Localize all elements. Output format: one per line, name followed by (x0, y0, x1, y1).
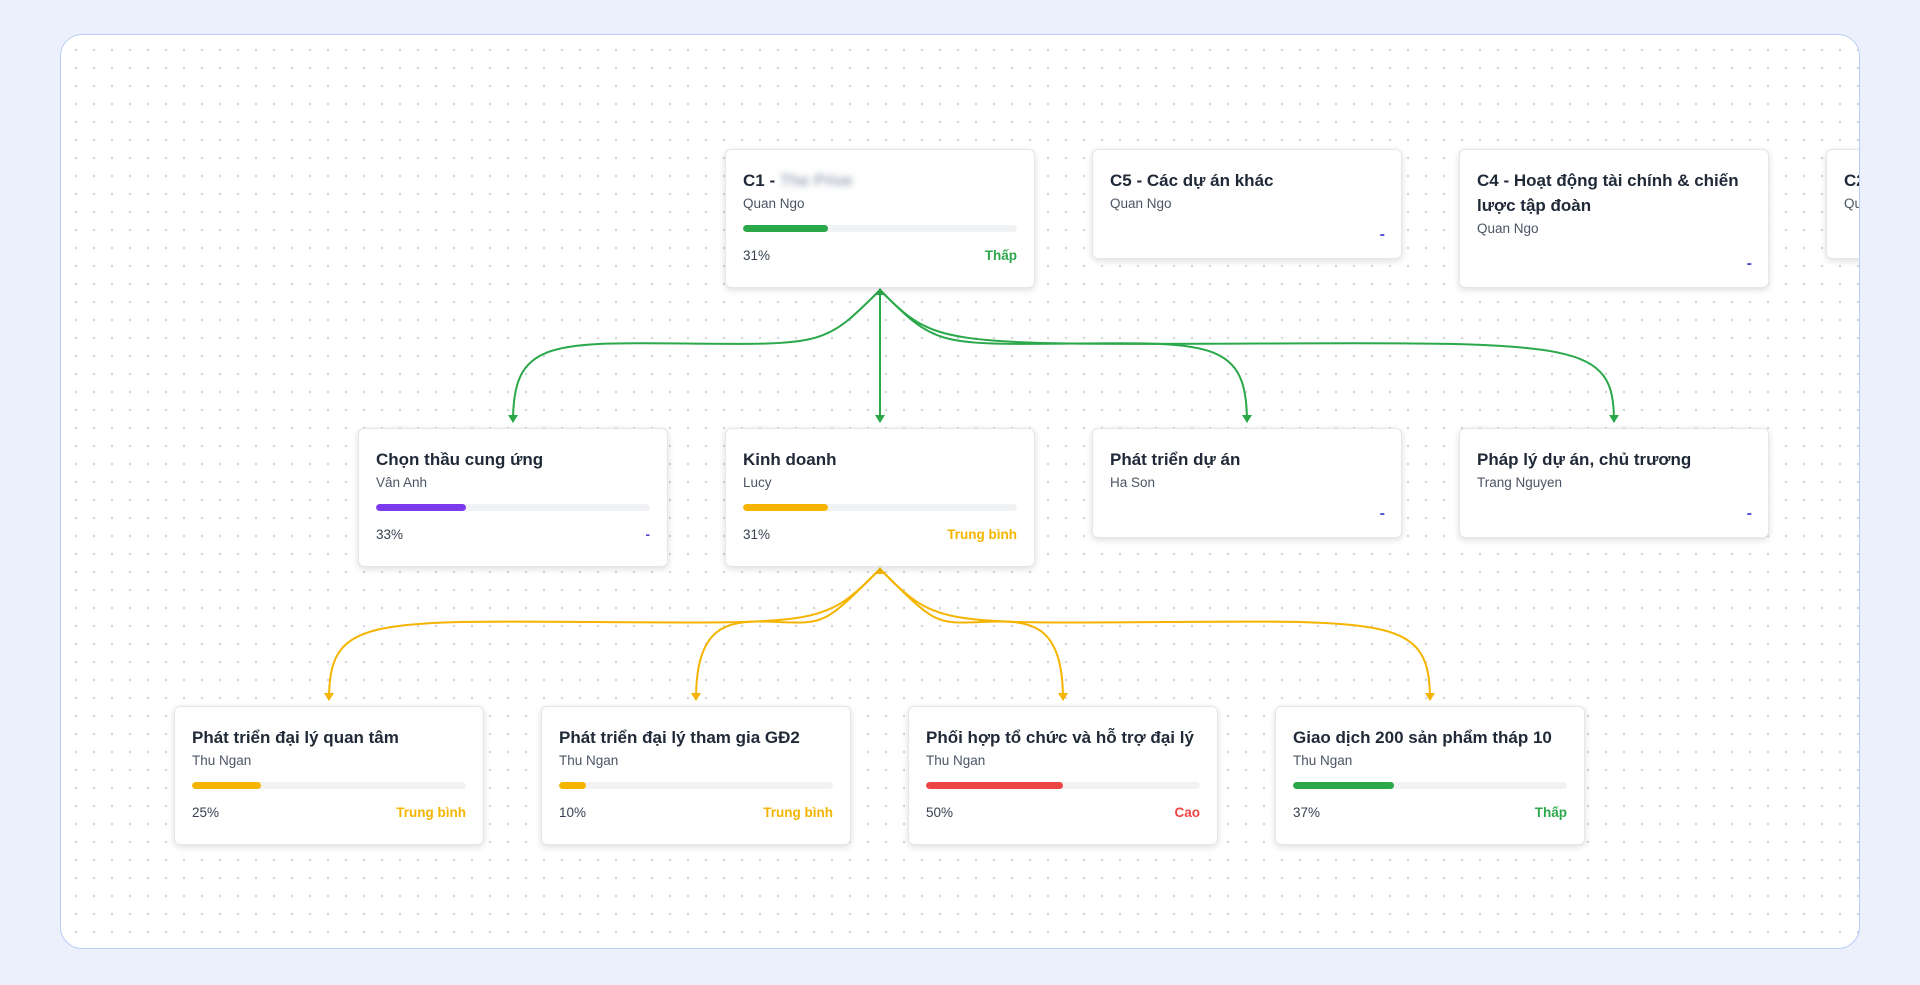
node-owner: Vân Anh (376, 475, 428, 490)
node-owner: Thu Ngan (926, 753, 986, 768)
node-title: Phát triển đại lý tham gia GĐ2 (559, 728, 800, 747)
edge-arrowhead (324, 693, 334, 701)
risk-label: - (645, 527, 651, 542)
progress-bar (376, 504, 650, 511)
node-chon-thau-cung-ung[interactable]: Chọn thầu cung ứng Vân Anh 33% - (358, 428, 668, 567)
node-footer: 25% Trung bình (192, 804, 466, 822)
edge-arrowhead (875, 415, 885, 423)
progress-percent: 50% (926, 805, 954, 820)
edge-arrowhead (1609, 415, 1619, 423)
progress-fill (192, 782, 261, 789)
progress-percent: 31% (743, 527, 771, 542)
status-placeholder: - (1379, 505, 1385, 522)
blurred-project-name: The Prive (779, 171, 853, 190)
node-title: Phát triển đại lý quan tâm (192, 728, 399, 747)
edge-arrowhead (508, 415, 518, 423)
progress-fill (743, 504, 828, 511)
progress-bar (926, 782, 1200, 789)
node-c5[interactable]: C5 - Các dự án khác Quan Ngo - (1092, 149, 1402, 259)
progress-percent: 37% (1293, 805, 1321, 820)
progress-bar (559, 782, 833, 789)
node-owner: Thu Ngan (1293, 753, 1353, 768)
risk-label: Cao (1174, 805, 1200, 820)
node-owner: Trang Nguyen (1477, 475, 1563, 490)
node-c1[interactable]: C1 - The Prive Quan Ngo 31% Thấp (725, 149, 1035, 288)
progress-fill (743, 225, 828, 232)
risk-label: Thấp (1534, 805, 1567, 820)
node-owner: Quan Ngo (1844, 196, 1859, 211)
edge-kinh_doanh-to-dl_quan_tam (328, 568, 881, 701)
node-phoi-hop-to-chuc[interactable]: Phối hợp tổ chức và hỗ trợ đại lý Thu Ng… (908, 706, 1218, 845)
edge-kinh_doanh-to-phoi_hop (879, 568, 1064, 701)
status-placeholder: - (1746, 505, 1752, 522)
node-phat-trien-dai-ly-quan-tam[interactable]: Phát triển đại lý quan tâm Thu Ngan 25% … (174, 706, 484, 845)
node-title: C2 (1844, 171, 1859, 190)
node-footer: 50% Cao (926, 804, 1200, 822)
node-c4[interactable]: C4 - Hoạt động tài chính & chiến lược tậ… (1459, 149, 1769, 288)
node-footer: 31% Trung bình (743, 526, 1017, 544)
node-owner: Ha Son (1110, 475, 1156, 490)
edge-kinh_doanh-to-giao_dich (879, 568, 1431, 701)
node-title: Phối hợp tổ chức và hỗ trợ đại lý (926, 728, 1194, 747)
progress-bar (1293, 782, 1567, 789)
node-title: C1 - The Prive (743, 168, 1017, 193)
status-placeholder: - (1379, 226, 1385, 243)
risk-label: Trung bình (396, 805, 466, 820)
risk-label: Trung bình (947, 527, 1017, 542)
node-phat-trien-dai-ly-gd2[interactable]: Phát triển đại lý tham gia GĐ2 Thu Ngan … (541, 706, 851, 845)
status-placeholder: - (1746, 255, 1752, 272)
node-kinh-doanh[interactable]: Kinh doanh Lucy 31% Trung bình (725, 428, 1035, 567)
risk-label: Trung bình (763, 805, 833, 820)
node-giao-dich-200-san-pham[interactable]: Giao dịch 200 sản phẩm tháp 10 Thu Ngan … (1275, 706, 1585, 845)
edge-kinh_doanh-to-dl_gd2 (695, 568, 881, 701)
progress-percent: 31% (743, 248, 771, 263)
progress-percent: 10% (559, 805, 587, 820)
node-title-prefix: C1 - (743, 171, 776, 190)
risk-label: Thấp (984, 248, 1017, 263)
node-title: Kinh doanh (743, 450, 837, 469)
node-owner: Quan Ngo (1477, 221, 1539, 236)
node-owner: Thu Ngan (559, 753, 619, 768)
node-phat-trien-du-an[interactable]: Phát triển dự án Ha Son - (1092, 428, 1402, 538)
node-owner: Thu Ngan (192, 753, 252, 768)
edge-c1-to-chon_thau (512, 289, 881, 423)
edge-arrowhead (691, 693, 701, 701)
progress-fill (559, 782, 587, 789)
progress-bar (192, 782, 466, 789)
progress-fill (376, 504, 467, 511)
progress-fill (926, 782, 1063, 789)
edge-arrowhead (1058, 693, 1068, 701)
node-phap-ly-du-an[interactable]: Pháp lý dự án, chủ trương Trang Nguyen - (1459, 428, 1769, 538)
node-title: Pháp lý dự án, chủ trương (1477, 450, 1692, 469)
progress-fill (1293, 782, 1395, 789)
node-c-partial[interactable]: C2 Quan Ngo (1826, 149, 1859, 259)
node-title: Chọn thầu cung ứng (376, 450, 544, 469)
node-owner: Lucy (743, 475, 772, 490)
node-footer: 33% - (376, 526, 650, 544)
progress-percent: 33% (376, 527, 404, 542)
node-title: C4 - Hoạt động tài chính & chiến lược tậ… (1477, 171, 1739, 215)
progress-percent: 25% (192, 805, 220, 820)
node-footer: 37% Thấp (1293, 804, 1567, 822)
node-footer: 10% Trung bình (559, 804, 833, 822)
progress-bar (743, 504, 1017, 511)
node-footer: 31% Thấp (743, 247, 1017, 265)
edge-arrowhead (1242, 415, 1252, 423)
diagram-canvas[interactable]: C1 - The Prive Quan Ngo 31% Thấp C5 - Cá… (60, 34, 1860, 949)
edge-c1-to-phat_trien_du_an (879, 289, 1248, 423)
node-owner: Quan Ngo (1110, 196, 1172, 211)
node-title: Giao dịch 200 sản phẩm tháp 10 (1293, 728, 1552, 747)
node-title: Phát triển dự án (1110, 450, 1241, 469)
edge-arrowhead (1425, 693, 1435, 701)
progress-bar (743, 225, 1017, 232)
node-title: C5 - Các dự án khác (1110, 171, 1274, 190)
node-owner: Quan Ngo (743, 196, 805, 211)
